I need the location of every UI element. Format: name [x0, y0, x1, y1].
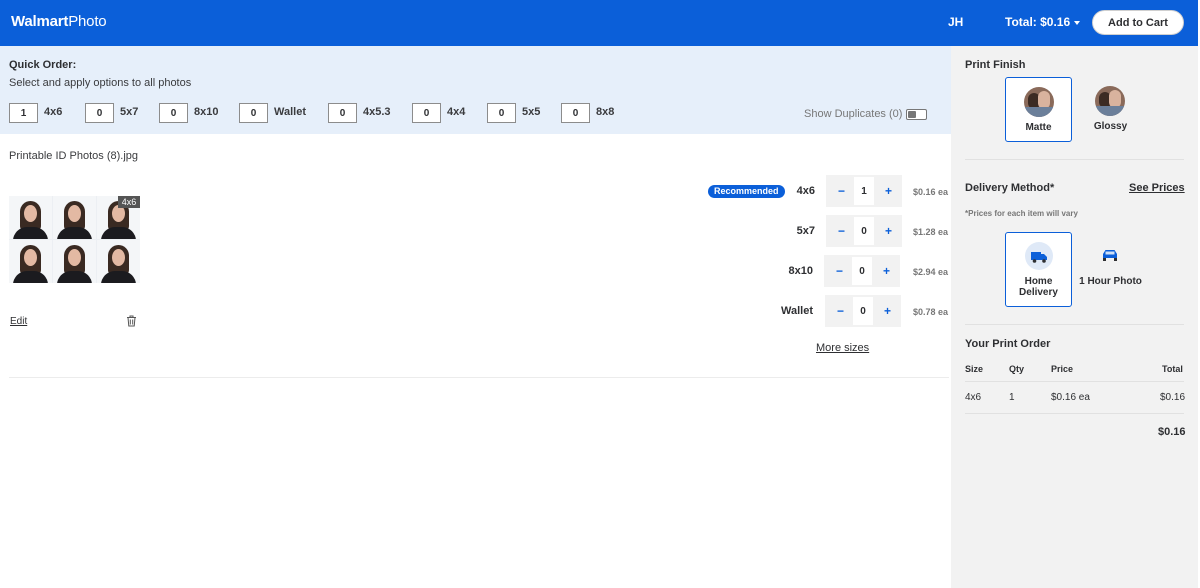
portrait-image: [53, 196, 96, 239]
size-label-5x7: 5x7: [796, 225, 815, 237]
quick-qty-8x8[interactable]: [561, 103, 590, 123]
column-header-price: Price: [1051, 364, 1074, 374]
quick-order-subtitle: Select and apply options to all photos: [9, 77, 192, 89]
see-prices-link[interactable]: See Prices: [1129, 182, 1185, 194]
unit-price: $0.16 ea: [912, 187, 948, 197]
portrait-image: [9, 196, 52, 239]
size-label-wallet: Wallet: [781, 305, 813, 317]
delivery-label: Home Delivery: [1019, 276, 1058, 298]
prices-note: *Prices for each item will vary: [965, 209, 1078, 218]
account-initials[interactable]: JH: [948, 15, 963, 29]
unit-price: $0.78 ea: [912, 307, 948, 317]
increase-button[interactable]: +: [874, 255, 899, 287]
quick-qty-4x4[interactable]: [412, 103, 441, 123]
quick-label-8x8: 8x8: [596, 106, 615, 118]
order-row-qty: 1: [1009, 392, 1015, 403]
decrease-button[interactable]: −: [829, 215, 854, 247]
print-finish-title: Print Finish: [965, 59, 1026, 71]
table-divider: [965, 413, 1184, 414]
quick-label-wallet: Wallet: [274, 106, 306, 118]
finish-label: Matte: [1025, 122, 1052, 133]
order-grand-total: $0.16: [1158, 426, 1186, 438]
quantity-stepper: − +: [826, 175, 902, 207]
order-sidebar: Print Finish Matte Glossy Delivery Metho…: [951, 46, 1198, 588]
photo-filename: Printable ID Photos (8).jpg: [9, 150, 139, 162]
increase-button[interactable]: +: [875, 295, 900, 327]
show-duplicates-label: Show Duplicates (0): [804, 108, 903, 120]
quick-label-4x4: 4x4: [447, 106, 466, 118]
quantity-input[interactable]: [854, 217, 874, 245]
quick-qty-8x10[interactable]: [159, 103, 188, 123]
order-row-price: $0.16 ea: [1051, 392, 1090, 403]
panel-divider: [965, 159, 1184, 160]
portrait-image: [9, 240, 52, 283]
walmart-photo-logo[interactable]: WalmartPhoto: [11, 13, 107, 30]
column-header-total: Total: [1162, 364, 1183, 374]
order-row-size: 4x6: [965, 392, 982, 403]
quick-order-title: Quick Order:: [9, 59, 77, 71]
finish-option-matte[interactable]: Matte: [1005, 77, 1072, 142]
portrait-image: [53, 240, 96, 283]
delivery-option-home[interactable]: Home Delivery: [1005, 232, 1072, 307]
recommended-badge: Recommended: [708, 185, 785, 198]
photo-thumbnail[interactable]: [9, 196, 140, 283]
quick-qty-wallet[interactable]: [239, 103, 268, 123]
print-order-title: Your Print Order: [965, 338, 1051, 350]
decrease-button[interactable]: −: [827, 255, 852, 287]
more-sizes-link[interactable]: More sizes: [816, 342, 869, 354]
quantity-stepper: − +: [826, 215, 902, 247]
delivery-method-title: Delivery Method*: [965, 182, 1055, 194]
delivery-option-1-hour[interactable]: 1 Hour Photo: [1077, 232, 1144, 307]
quantity-stepper: − +: [824, 255, 900, 287]
quick-qty-4x6[interactable]: [9, 103, 38, 123]
car-icon: [1096, 241, 1124, 269]
quick-label-5x5: 5x5: [522, 106, 541, 118]
truck-icon: [1025, 242, 1053, 270]
quick-qty-4x5-3[interactable]: [328, 103, 357, 123]
decrease-button[interactable]: −: [828, 295, 853, 327]
quick-qty-5x7[interactable]: [85, 103, 114, 123]
column-header-qty: Qty: [1009, 364, 1025, 374]
thumbnail-size-tag: 4x6: [118, 196, 140, 208]
quantity-stepper: − +: [825, 295, 901, 327]
quick-label-4x6: 4x6: [44, 106, 63, 118]
decrease-button[interactable]: −: [829, 175, 854, 207]
section-divider: [9, 377, 949, 378]
quick-label-4x5-3: 4x5.3: [363, 106, 391, 118]
quantity-input[interactable]: [852, 257, 872, 285]
edit-photo-link[interactable]: Edit: [10, 316, 27, 327]
delivery-label: 1 Hour Photo: [1079, 276, 1142, 287]
order-row-total: $0.16: [1160, 392, 1186, 403]
quick-order-bar: Quick Order: Select and apply options to…: [0, 46, 951, 134]
matte-sample-image: [1024, 87, 1054, 117]
show-duplicates-toggle[interactable]: [906, 109, 927, 120]
size-label-4x6: 4x6: [796, 185, 815, 197]
unit-price: $2.94 ea: [912, 267, 948, 277]
quantity-input[interactable]: [853, 297, 873, 325]
chevron-down-icon: [1074, 20, 1081, 25]
add-to-cart-button[interactable]: Add to Cart: [1092, 10, 1184, 35]
quick-label-8x10: 8x10: [194, 106, 219, 118]
cart-total[interactable]: Total: $0.16: [1005, 15, 1081, 29]
top-header: WalmartPhoto JH Total: $0.16 Add to Cart: [0, 0, 1198, 46]
column-header-size: Size: [965, 364, 984, 374]
finish-label: Glossy: [1093, 121, 1128, 132]
unit-price: $1.28 ea: [912, 227, 948, 237]
quantity-input[interactable]: [854, 177, 874, 205]
size-label-8x10: 8x10: [788, 265, 813, 277]
portrait-image: [97, 240, 140, 283]
table-divider: [965, 381, 1184, 382]
panel-divider: [965, 324, 1184, 325]
glossy-sample-image: [1095, 86, 1125, 116]
quick-label-5x7: 5x7: [120, 106, 139, 118]
finish-option-glossy[interactable]: Glossy: [1077, 77, 1144, 142]
trash-icon[interactable]: [126, 315, 137, 327]
quick-qty-5x5[interactable]: [487, 103, 516, 123]
